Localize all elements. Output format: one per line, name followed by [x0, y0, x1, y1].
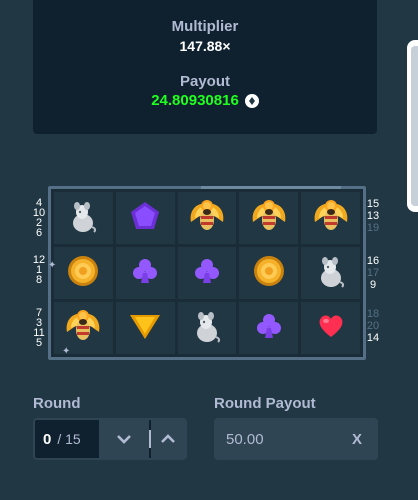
reel-cell [301, 192, 360, 244]
round-down-button[interactable] [99, 420, 149, 458]
round-up-button[interactable] [151, 420, 185, 458]
payline-number: 13 [366, 210, 380, 222]
reel-cell [301, 302, 360, 354]
pentagon-symbol-icon [129, 200, 161, 237]
sparkle-icon: ✦ [48, 260, 57, 271]
reel-cell [177, 247, 237, 299]
round-total: / 15 [57, 431, 81, 447]
right-payline-group: 15 13 19 [364, 198, 382, 234]
coin-symbol-icon [66, 254, 100, 293]
round-label: Round [33, 395, 81, 412]
payline-number: 6 [35, 227, 43, 239]
right-payline-group: 18 20 14 [364, 308, 382, 344]
payline-number: 8 [35, 274, 43, 286]
payout-row: 24.80930816 [33, 92, 377, 109]
multiplier-value: 147.88× [179, 38, 231, 54]
coin-symbol-icon [252, 254, 286, 293]
round-payout-value: 50.00 [226, 430, 264, 448]
round-payout-label: Round Payout [214, 395, 316, 412]
scarab-symbol-icon [187, 196, 227, 241]
scarab-symbol-icon [63, 306, 103, 351]
club-symbol-icon [193, 257, 221, 290]
reel-cell [115, 302, 175, 354]
right-payline-group: 16 17 9 [364, 255, 382, 291]
payout-label: Payout [179, 73, 230, 90]
scarab-symbol-icon [311, 196, 351, 241]
reel-cell [239, 247, 299, 299]
payline-number: 20 [366, 320, 380, 332]
payline-number: 14 [366, 332, 380, 344]
payline-number: 5 [35, 337, 43, 349]
payline-number: 15 [366, 198, 380, 210]
sparkle-icon: ✦ [62, 346, 71, 357]
payline-number: 9 [369, 279, 377, 291]
left-payline-group: 4 10 2 6 [30, 198, 48, 239]
clear-icon[interactable]: X [352, 431, 362, 448]
reel-cell [239, 192, 299, 244]
rat-symbol-icon [68, 199, 98, 238]
payline-number: 17 [366, 267, 380, 279]
reel-cell [54, 192, 113, 244]
chevron-down-icon [117, 435, 131, 444]
triangle-symbol-icon [128, 311, 162, 346]
reel-grid-frame [48, 186, 366, 360]
reel-cell [177, 302, 237, 354]
stats-panel: Multiplier 147.88× Payout 24.80930816 [33, 0, 377, 134]
scarab-symbol-icon [249, 196, 289, 241]
round-current: 0 [43, 430, 52, 448]
rat-symbol-icon [192, 309, 222, 348]
round-stepper: 0 / 15 [33, 418, 187, 460]
heart-symbol-icon [317, 313, 345, 344]
round-input[interactable]: 0 / 15 [35, 420, 107, 458]
reel-grid [54, 192, 360, 354]
round-payout-field[interactable]: 50.00 X [214, 418, 378, 460]
club-symbol-icon [255, 312, 283, 345]
frame-decoration [201, 186, 341, 189]
side-panel-edge-inner [411, 46, 418, 206]
reel-cell [54, 247, 113, 299]
payline-number: 18 [366, 308, 380, 320]
reel-cell [301, 247, 360, 299]
payline-number: 16 [366, 255, 380, 267]
rat-symbol-icon [316, 254, 346, 293]
left-payline-group: 7 3 11 5 [30, 308, 48, 349]
multiplier-label: Multiplier [171, 18, 239, 35]
reel-cell [115, 192, 175, 244]
chevron-up-icon [161, 434, 175, 443]
payout-value: 24.80930816 [151, 92, 239, 109]
reel-cell [115, 247, 175, 299]
currency-coin-icon [244, 93, 259, 108]
club-symbol-icon [131, 257, 159, 290]
payline-number: 19 [366, 222, 380, 234]
reel-cell [177, 192, 237, 244]
left-payline-group: 12 1 8 [30, 255, 48, 286]
reel-cell [239, 302, 299, 354]
